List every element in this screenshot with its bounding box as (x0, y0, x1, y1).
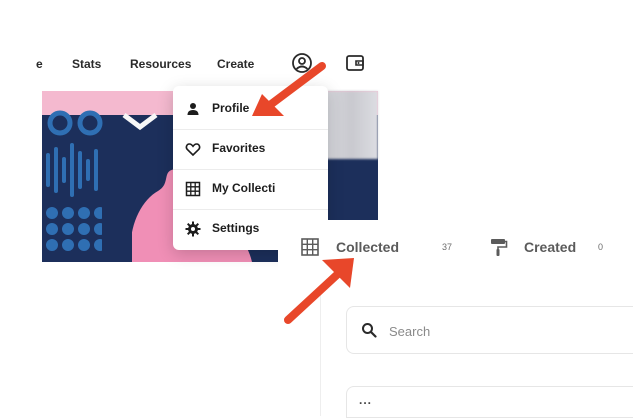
tab-count: 0 (598, 242, 604, 252)
wallet-icon[interactable] (344, 52, 366, 74)
search-box[interactable] (346, 306, 633, 354)
menu-item-label: Favorites (212, 141, 266, 155)
tab-label: Created (524, 239, 577, 255)
tab-count: 37 (442, 242, 453, 252)
paint-roller-icon (488, 237, 508, 257)
gear-icon (185, 221, 201, 237)
blurred-region (325, 91, 378, 159)
menu-item-label: My Collecti (212, 181, 276, 195)
search-input[interactable] (387, 320, 611, 342)
more-options-field[interactable]: ... (346, 386, 633, 418)
grid-icon (185, 181, 201, 197)
top-nav: e Stats Resources Create (0, 44, 400, 84)
annotation-arrow-profile (252, 62, 326, 116)
nav-item-partial[interactable]: e (36, 57, 43, 71)
menu-item-label: Settings (212, 221, 260, 235)
nav-item-resources[interactable]: Resources (130, 57, 191, 71)
more-options-label: ... (359, 393, 373, 407)
menu-item-my-collections[interactable]: My Collecti (173, 169, 328, 209)
menu-item-favorites[interactable]: Favorites (173, 129, 328, 169)
annotation-arrow-collected (284, 258, 354, 324)
nav-item-stats[interactable]: Stats (72, 57, 101, 71)
heart-icon (185, 141, 201, 157)
person-icon (185, 101, 201, 117)
